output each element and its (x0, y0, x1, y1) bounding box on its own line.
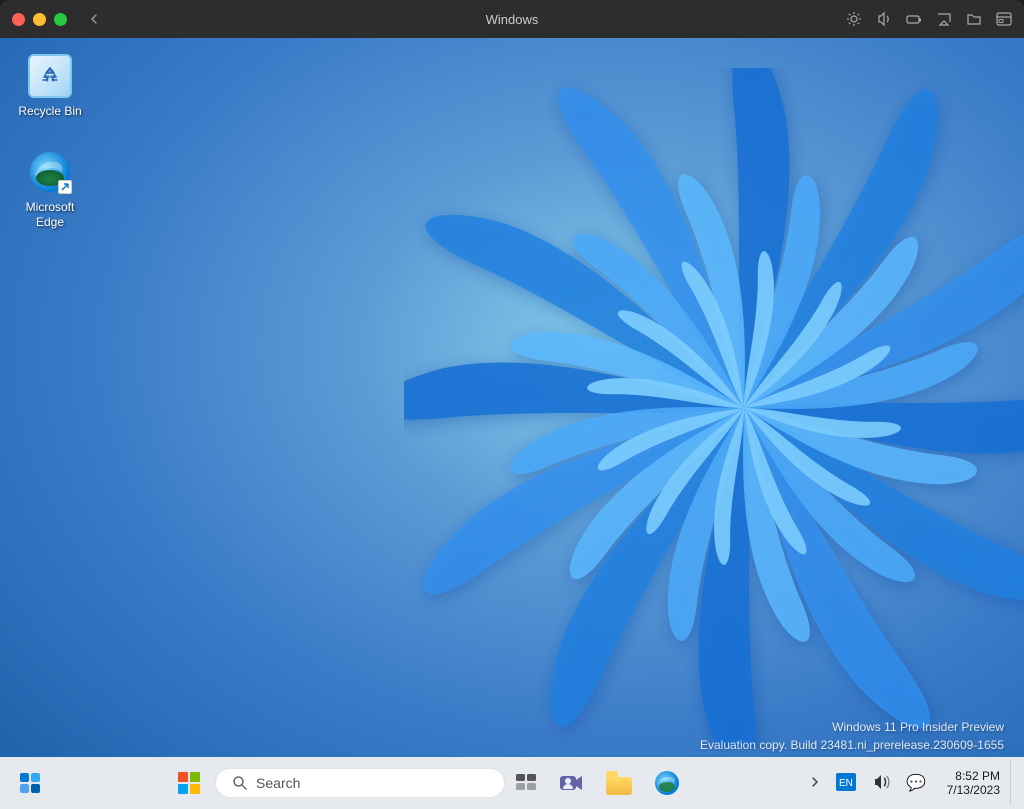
win-logo-tl (178, 772, 188, 782)
windows-desktop[interactable]: Recycle Bin (0, 38, 1024, 809)
search-label: Search (256, 775, 300, 791)
volume-button[interactable] (866, 769, 896, 798)
minimize-button[interactable] (33, 13, 46, 26)
mac-window-controls[interactable] (12, 13, 67, 26)
airplay-icon (936, 11, 952, 27)
window-icon (996, 11, 1012, 27)
mac-toolbar-icons (846, 11, 1012, 27)
win-logo-tr (190, 772, 200, 782)
clock-display[interactable]: 8:52 PM 7/13/2023 (936, 765, 1006, 801)
folder-icon (966, 11, 982, 27)
brightness-icon (846, 11, 862, 27)
clock-date: 7/13/2023 (947, 783, 1000, 797)
watermark: Windows 11 Pro Insider Preview Evaluatio… (700, 718, 1004, 754)
edge-icon[interactable]: Microsoft Edge (10, 144, 90, 235)
language-button[interactable]: EN (830, 769, 862, 798)
widgets-button[interactable] (8, 761, 52, 805)
close-button[interactable] (12, 13, 25, 26)
svg-text:EN: EN (839, 778, 853, 789)
task-view-button[interactable] (509, 765, 545, 801)
edge-label: Microsoft Edge (14, 200, 86, 231)
taskbar-edge-button[interactable] (645, 761, 689, 805)
win-logo-br (190, 784, 200, 794)
clock-time: 8:52 PM (955, 769, 1000, 783)
window-title: Windows (486, 12, 539, 27)
taskbar-right: EN 💬 8:52 PM 7/13/2023 (804, 761, 1016, 805)
recycle-bin-icon[interactable]: Recycle Bin (10, 48, 90, 124)
search-icon (232, 775, 248, 791)
meet-now-button[interactable] (549, 761, 593, 805)
watermark-line2: Evaluation copy. Build 23481.ni_prerelea… (700, 736, 1004, 754)
recycle-bin-label: Recycle Bin (18, 104, 81, 120)
desktop-icons: Recycle Bin (10, 48, 90, 235)
win-logo-bl (178, 784, 188, 794)
folder-body (606, 777, 632, 795)
audio-icon (876, 11, 892, 27)
maximize-button[interactable] (54, 13, 67, 26)
mac-titlebar: Windows (0, 0, 1024, 38)
watermark-line1: Windows 11 Pro Insider Preview (700, 718, 1004, 736)
start-button[interactable] (167, 761, 211, 805)
notifications-button[interactable]: 💬 (900, 769, 932, 797)
file-explorer-button[interactable] (597, 761, 641, 805)
nav-back-icon[interactable] (87, 12, 101, 26)
battery-icon (906, 11, 922, 27)
show-hidden-icons-button[interactable] (804, 772, 826, 795)
show-desktop-button[interactable] (1010, 761, 1016, 805)
taskbar: Search (0, 757, 1024, 809)
bloom-wallpaper (0, 38, 1024, 809)
search-bar[interactable]: Search (215, 768, 505, 798)
taskbar-center: Search (56, 761, 800, 805)
